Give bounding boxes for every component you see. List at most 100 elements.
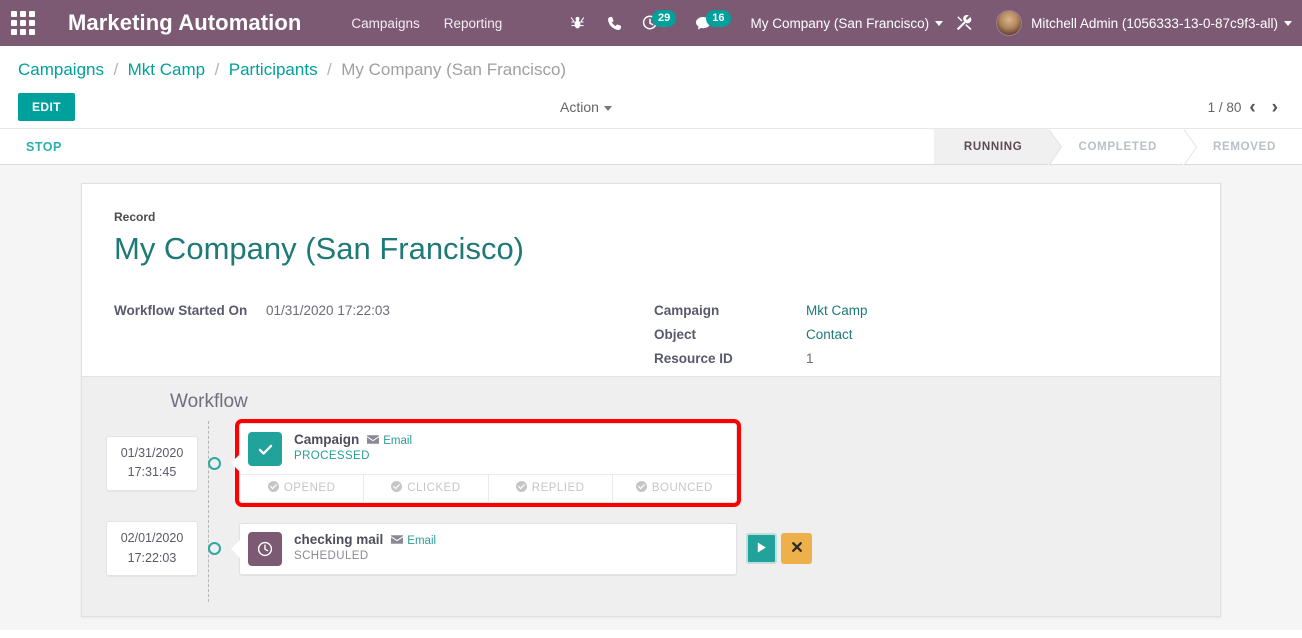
menu-item-reporting[interactable]: Reporting [444,16,503,31]
pager-value: 1 / 80 [1207,99,1242,115]
field-object: Object Contact [654,327,868,342]
metric-label: CLICKED [407,482,461,495]
chevron-down-icon [1284,20,1292,26]
envelope-icon [367,435,380,447]
status-step-removed[interactable]: REMOVED [1182,129,1302,164]
statusbar: STOP RUNNING COMPLETED REMOVED [0,128,1302,166]
page-title: My Company (San Francisco) [114,231,525,266]
messages-count-badge: 16 [706,9,731,27]
workflow-card-head: Campaign Email PROCESSED [240,424,736,474]
workflow-date-time: 17:22:03 [127,550,177,565]
workflow-card-title-row: Campaign Email [294,432,412,447]
field-value-link[interactable]: Contact [806,327,853,342]
field-label: Workflow Started On [114,303,248,319]
workflow-card-state: PROCESSED [294,450,370,463]
stop-button[interactable]: STOP [0,129,80,164]
check-icon [248,432,282,467]
pager: 1 / 80 ‹ › [1208,98,1286,117]
metric-bounced[interactable]: BOUNCED [613,475,736,502]
workflow-row-date: 01/31/2020 17:31:45 [106,435,198,491]
breadcrumb-item-current: My Company (San Francisco) [341,60,567,79]
user-menu[interactable]: Mitchell Admin (1056333-13-0-87c9f3-all) [996,10,1292,36]
field-label: Resource ID [654,351,733,367]
field-value: 1 [806,351,814,367]
messages-counter[interactable]: 16 [686,0,740,46]
metric-label: BOUNCED [651,482,713,495]
check-circle-icon [635,481,647,495]
workflow-timeline-dot [208,542,221,556]
chevron-down-icon [935,21,944,27]
workflow-card-text: Campaign Email PROCESSED [282,424,422,474]
breadcrumb-item-participants[interactable]: Participants [229,60,318,79]
check-circle-icon [391,481,403,495]
pager-previous-icon[interactable]: ‹ [1241,98,1263,117]
edit-button[interactable]: EDIT [18,93,75,121]
workflow-card-kind-label: Email [407,534,437,547]
workflow-row-actions [746,533,812,565]
field-resource-id: Resource ID 1 [654,351,868,366]
app-title: Marketing Automation [68,10,302,35]
workflow-card-campaign[interactable]: Campaign Email PROCESSED OPENED CLICKED … [235,419,741,508]
field-label: Campaign [654,303,720,319]
field-label: Object [654,327,697,343]
close-icon [791,540,803,557]
status-step-running[interactable]: RUNNING [933,129,1062,166]
content-area: Record My Company (San Francisco) Workfl… [0,165,1302,630]
workflow-timeline-dot [208,456,221,470]
check-circle-icon [515,481,527,495]
apps-grid-icon[interactable] [0,0,46,46]
control-panel: EDIT Action 1 / 80 ‹ › [0,86,1302,128]
play-icon [755,541,768,557]
menu-item-campaigns[interactable]: Campaigns [351,16,419,31]
apps-grid-glyph [11,11,35,35]
field-column-left: Workflow Started On 01/31/2020 17:22:03 [114,303,654,366]
envelope-icon [391,534,404,547]
bug-icon[interactable] [559,0,596,46]
main-menu: Campaigns Reporting [351,16,502,31]
workflow-card-checking-mail[interactable]: checking mail Email SCHEDULED [239,522,737,575]
workflow-card-metrics: OPENED CLICKED REPLIED BOUNCED [240,474,736,503]
activities-count-badge: 29 [652,9,677,27]
metric-opened[interactable]: OPENED [240,475,365,503]
tools-icon[interactable] [945,0,984,46]
field-column-right: Campaign Mkt Camp Object Contact Resourc… [654,303,868,366]
workflow-date-day: 02/01/2020 [120,531,184,546]
workflow-card-kind-label: Email [383,435,413,448]
action-menu-label: Action [560,99,599,115]
avatar [996,10,1023,36]
workflow-card-title: Campaign [294,432,360,448]
field-value-link[interactable]: Mkt Camp [806,303,868,318]
workflow-date-day: 01/31/2020 [120,445,184,460]
breadcrumb-separator: / [327,60,332,79]
workflow-section: Workflow 01/31/2020 17:31:45 Campaign Em… [82,376,1220,616]
workflow-card-head: checking mail Email SCHEDULED [240,524,736,574]
clock-icon [248,531,282,566]
breadcrumb: Campaigns / Mkt Camp / Participants / My… [0,46,1302,86]
pager-next-icon[interactable]: › [1264,98,1286,117]
status-steps: RUNNING COMPLETED REMOVED [933,129,1302,166]
breadcrumb-separator: / [214,60,220,79]
metric-replied[interactable]: REPLIED [489,475,613,503]
workflow-card-kind: Email [367,435,412,447]
action-menu[interactable]: Action [560,99,612,115]
breadcrumb-item-campaigns[interactable]: Campaigns [18,60,104,79]
cancel-button[interactable] [781,533,812,565]
record-header: Record My Company (San Francisco) Workfl… [82,184,1220,376]
field-grid: Workflow Started On 01/31/2020 17:22:03 … [114,303,1188,366]
field-value: 01/31/2020 17:22:03 [266,303,390,319]
workflow-card-pointer [231,539,240,558]
status-step-completed[interactable]: COMPLETED [1048,129,1197,166]
run-now-button[interactable] [746,533,777,565]
workflow-row: 01/31/2020 17:31:45 Campaign Email PROCE… [106,419,1220,508]
activities-counter[interactable]: 29 [633,0,686,46]
top-navbar: Marketing Automation Campaigns Reporting [0,0,1302,46]
metric-clicked[interactable]: CLICKED [364,475,489,503]
breadcrumb-item-mkt-camp[interactable]: Mkt Camp [128,60,205,79]
company-switcher-label: My Company (San Francisco) [750,15,930,31]
company-switcher[interactable]: My Company (San Francisco) [751,16,944,31]
workflow-card-kind: Email [391,535,436,547]
record-sheet: Record My Company (San Francisco) Workfl… [81,183,1221,617]
breadcrumb-separator: / [113,60,119,79]
phone-icon[interactable] [596,0,633,46]
workflow-card-title: checking mail [294,531,384,547]
